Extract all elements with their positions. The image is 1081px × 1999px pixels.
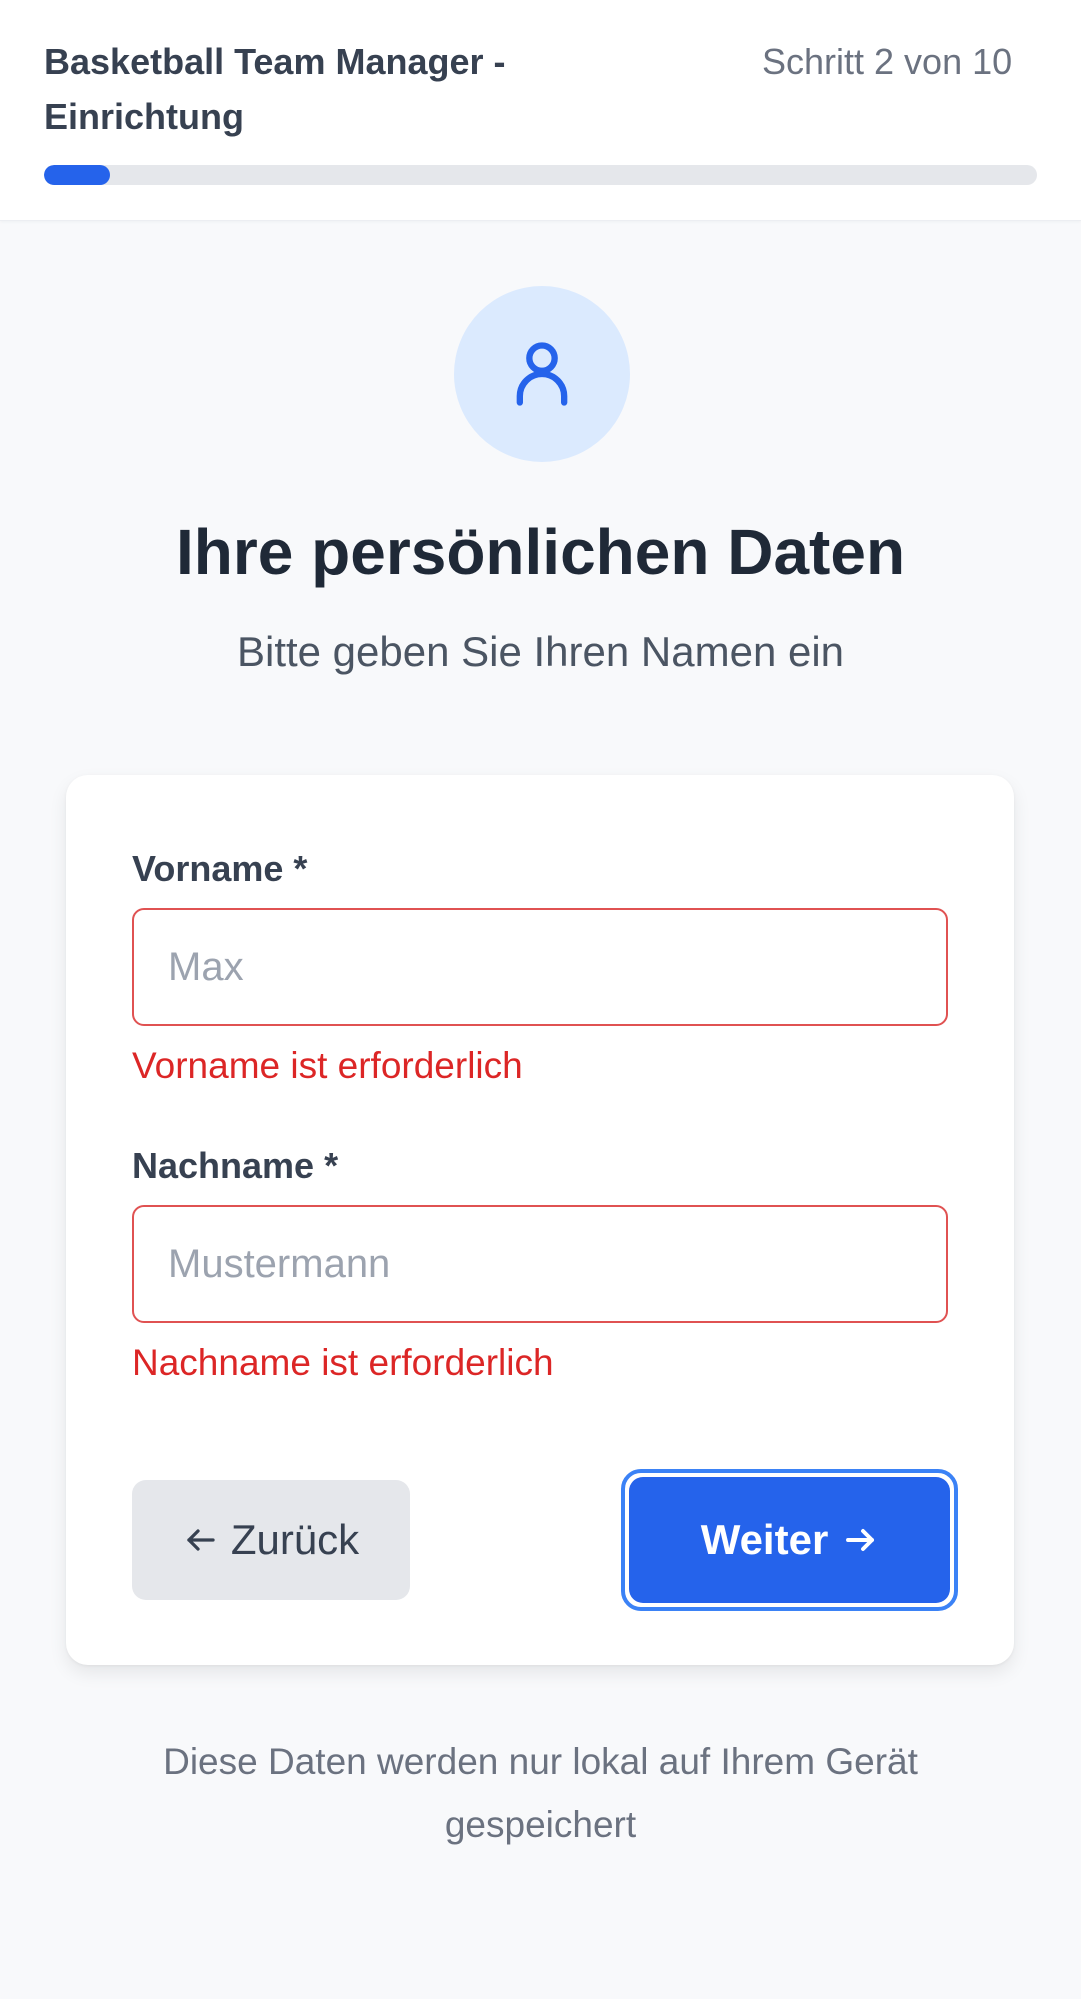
next-button-label: Weiter [700,1516,829,1563]
last-name-input[interactable] [132,1205,948,1323]
step-indicator: Schritt 2 von 10 [762,41,1013,82]
back-button-label: Zurück [230,1516,360,1563]
setup-header: Basketball Team Manager - Einrichtung Sc… [0,0,1081,221]
avatar-badge [454,286,630,462]
arrow-left-icon [187,1529,215,1551]
last-name-label: Nachname * [132,1145,339,1186]
app-title: Basketball Team Manager - Einrichtung [44,41,506,137]
first-name-error: Vorname ist erforderlich [132,1045,523,1086]
back-button[interactable]: Zurück [132,1480,410,1600]
page-title: Ihre persönlichen Daten [175,516,906,588]
first-name-label: Vorname * [132,848,308,889]
next-button[interactable]: Weiter [629,1477,950,1603]
arrow-right-icon [846,1529,875,1551]
first-name-input[interactable] [132,908,948,1026]
user-icon [516,342,568,406]
page-subtitle: Bitte geben Sie Ihren Namen ein [236,628,845,675]
progress-bar [44,165,1037,185]
privacy-note: Diese Daten werden nur lokal auf Ihrem G… [163,1741,918,1845]
last-name-error: Nachname ist erforderlich [132,1342,554,1383]
progress-bar-fill [44,165,110,185]
personal-data-form: Vorname * Vorname ist erforderlich Nachn… [66,775,1014,1665]
